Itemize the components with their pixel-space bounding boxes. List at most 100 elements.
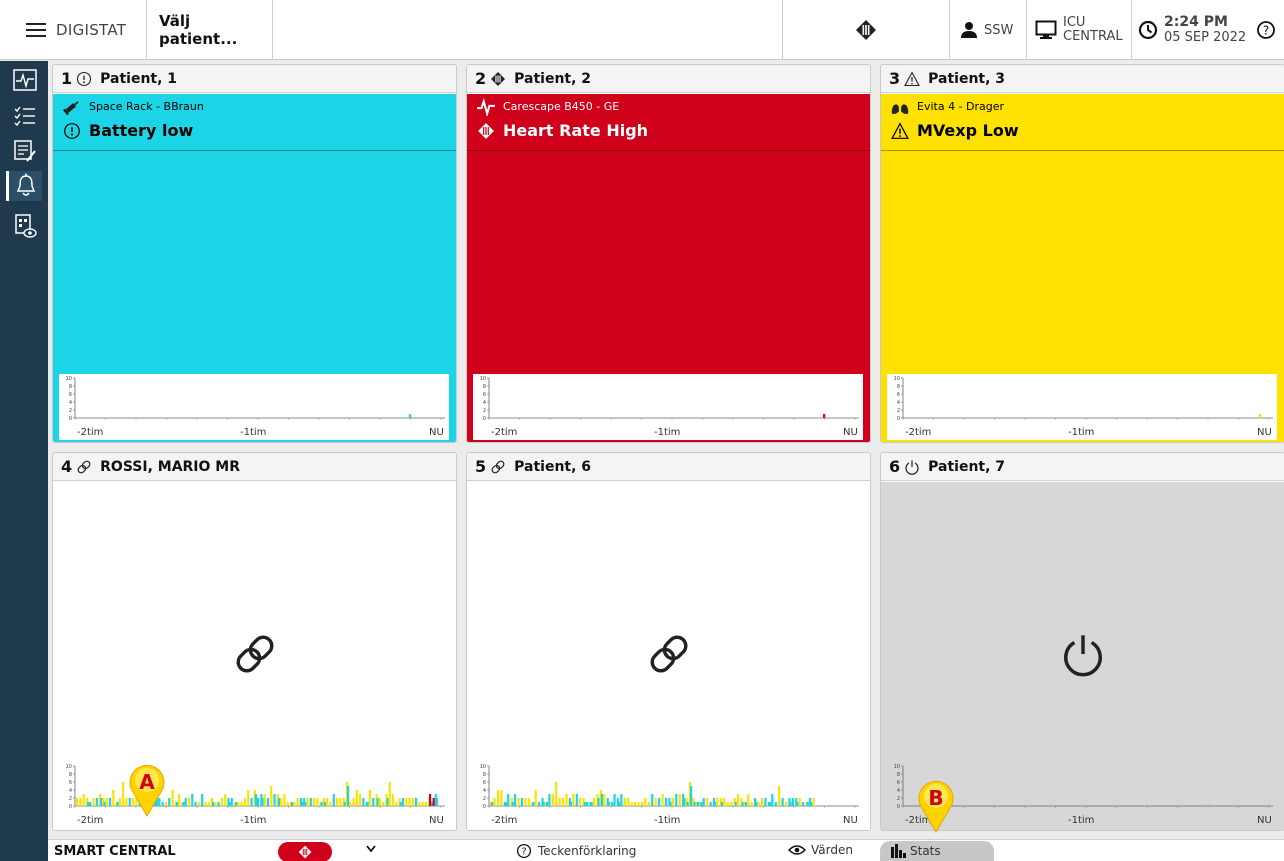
x-axis-label: -2tim [905,427,932,438]
bed-tile[interactable]: 2 Patient, 2 Carescape B450 - GE Heart Rate… [466,64,871,443]
history-bar [720,802,724,806]
bed-tile[interactable]: 4 ROSSI, MARIO MR 10 8 6 4 2 0 -2tim -1tim NU [52,452,457,831]
history-bar [243,798,247,806]
bed-eye-icon [15,214,37,238]
y-tick-label: 8 [483,384,486,390]
y-tick-label: 2 [897,408,900,414]
history-bar [640,802,644,806]
history-bar [736,794,740,806]
bed-tile-body[interactable]: 10 8 6 4 2 0 -2tim -1tim NU [467,482,870,830]
x-axis-label: NU [1257,427,1272,438]
bed-number: 4 [61,457,73,476]
bed-tile-body[interactable]: Space Rack - BBraun Battery low 10 8 6 4 2 0 -2t… [53,94,456,442]
link-icon [236,635,273,673]
y-tick-label: 4 [69,400,72,406]
alarm-filter-button[interactable] [278,842,332,861]
legend-button[interactable]: ? Teckenförklaring [516,843,636,859]
bed-tile-body[interactable]: Evita 4 - Drager MVexp Low 10 8 6 4 2 0 -2tim -1t… [881,94,1284,442]
y-tick-label: 0 [69,416,72,422]
history-bar [418,802,421,806]
bed-tile-header[interactable]: 6 Patient, 7 [881,453,1284,481]
bed-tile-header[interactable]: 1 Patient, 1 [53,65,456,93]
bed-number: 2 [475,69,487,88]
workstation-button[interactable]: ICU CENTRAL [1027,0,1132,60]
history-bar [623,798,626,806]
alarm-history-chart[interactable]: 10 8 6 4 2 0 -2tim -1tim NU [59,762,449,828]
history-bar [300,802,304,806]
alarm-history-chart[interactable]: 10 8 6 4 2 0 -2tim -1tim NU [473,374,863,440]
history-bar [212,802,215,806]
history-bar [388,782,391,806]
clock-icon [1138,20,1158,40]
alarm-indicator-button[interactable] [782,0,950,60]
alarm-message: MVexp Low [917,121,1019,140]
history-bar [293,802,296,806]
alarm-notification[interactable]: Evita 4 - Drager MVexp Low [881,94,1284,151]
device-name: Evita 4 - Drager [917,100,1005,113]
patient-selector[interactable]: Välj patient... [147,0,273,60]
history-bar [182,802,185,806]
history-bar [524,798,527,806]
history-bar [372,798,375,806]
bed-tile[interactable]: 3 Patient, 3 Evita 4 - Drager MVexp Low 10 8 6… [880,64,1284,443]
clock-date: 05 SEP 2022 [1164,30,1247,45]
sidebar-item-notes[interactable] [10,136,40,166]
chevron-down-icon[interactable] [366,842,376,856]
bed-tile-body[interactable]: 10 8 6 4 2 0 -2tim -1tim NU [53,482,456,830]
alarm-notification[interactable]: Space Rack - BBraun Battery low [53,94,456,151]
x-axis-label: -1tim [1068,427,1095,438]
bed-tile[interactable]: 5 Patient, 6 10 8 6 4 2 0 -2tim -1tim NU [466,452,871,831]
bed-tile-header[interactable]: 5 Patient, 6 [467,453,870,481]
patient-name: ROSSI, MARIO MR [100,458,241,475]
history-bar [714,802,717,806]
values-button[interactable]: Värden [788,843,853,857]
user-button[interactable]: SSW [950,0,1027,60]
history-bar [247,790,250,806]
history-bar [191,794,194,806]
history-bar [428,794,432,806]
sidebar-item-checklist[interactable] [10,101,40,131]
help-icon[interactable]: ? [1256,20,1276,40]
history-bar [399,802,402,806]
history-bar [654,798,657,806]
bed-tile-body[interactable]: Carescape B450 - GE Heart Rate High 10 8 6 4 2… [467,94,870,442]
y-tick-label: 8 [69,772,72,778]
history-bar [352,798,355,806]
history-bar [118,798,121,806]
alarm-history-chart[interactable]: 10 8 6 4 2 0 -2tim -1tim NU [59,374,449,440]
alarm-history-chart[interactable]: 10 8 6 4 2 0 -2tim -1tim NU [473,762,863,828]
alarm-history-chart[interactable]: 10 8 6 4 2 0 -2tim -1tim NU [887,374,1277,440]
values-label: Värden [811,843,853,857]
sidebar-item-alarms[interactable] [6,171,42,201]
history-bar [527,798,530,806]
y-tick-label: 2 [69,796,72,802]
history-bar [726,802,729,806]
bed-tile-header[interactable]: 2 Patient, 2 [467,65,870,93]
y-tick-label: 8 [483,772,486,778]
history-bar [678,794,681,806]
history-bar [103,802,106,806]
history-bar [706,798,709,806]
main-menu-button[interactable]: DIGISTAT [0,0,147,60]
alarm-diamond-icon [491,71,506,86]
history-bar [693,802,696,806]
y-tick-label: 4 [483,788,486,794]
bed-tile-header[interactable]: 4 ROSSI, MARIO MR [53,453,456,481]
bed-tile[interactable]: 6 Patient, 7 10 8 6 4 2 0 -2tim -1tim NU [880,452,1284,831]
alarm-notification[interactable]: Carescape B450 - GE Heart Rate High [467,94,870,151]
history-bar [741,802,744,806]
history-bar [798,798,801,806]
history-bar [637,802,640,806]
bed-tile[interactable]: 1 Patient, 1 Space Rack - BBraun Battery lo… [52,64,457,443]
stats-button[interactable]: Stats [880,841,994,861]
alarm-diamond-icon [298,845,312,859]
clock-time: 2:24 PM [1164,14,1228,30]
history-bar [664,798,668,806]
sidebar-item-bed-view[interactable] [10,211,40,241]
history-bar [270,786,273,806]
sidebar-item-monitoring[interactable] [10,65,40,95]
bed-tile-header[interactable]: 3 Patient, 3 [881,65,1284,93]
app-name: DIGISTAT [56,21,127,39]
history-bar [228,802,231,806]
history-bar [362,798,365,806]
